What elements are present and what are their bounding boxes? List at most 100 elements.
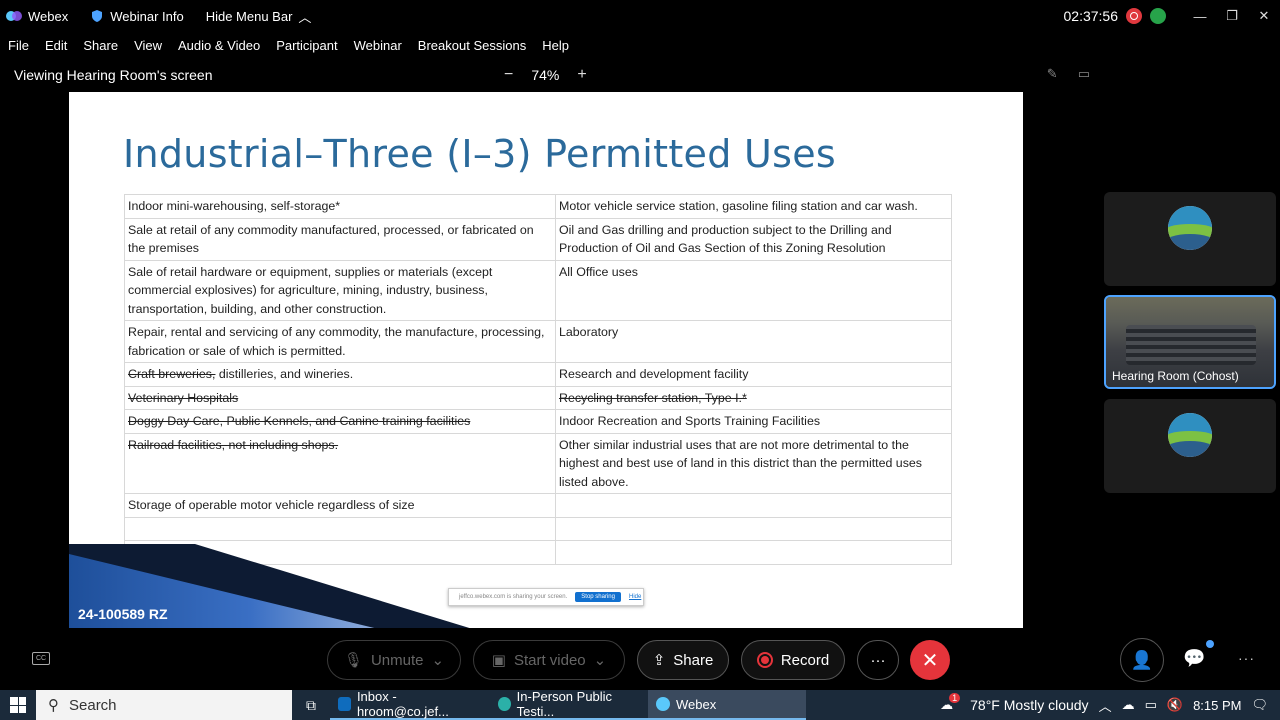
search-label: Search: [69, 696, 117, 714]
table-cell: Veterinary Hospitals: [124, 385, 556, 410]
zoom-out-button[interactable]: −: [504, 66, 513, 84]
annotate-icon[interactable]: ✎: [1047, 66, 1058, 82]
unmute-button[interactable]: 🎙 Unmute ⌄: [327, 640, 461, 680]
sharing-notice-text: jeffco.webex.com is sharing your screen.: [459, 594, 568, 600]
jeffco-logo-avatar: [1168, 206, 1212, 250]
table-row: Storage of operable motor vehicle regard…: [124, 493, 952, 518]
webinar-info-button[interactable]: Webinar Info: [90, 8, 184, 24]
task-label: In-Person Public Testi...: [516, 689, 613, 719]
webex-app-menu[interactable]: Webex: [6, 8, 68, 24]
menu-audio-video[interactable]: Audio & Video: [178, 38, 260, 53]
record-button[interactable]: Record: [741, 640, 845, 680]
end-meeting-button[interactable]: ✕: [910, 640, 950, 680]
start-button[interactable]: [0, 690, 36, 720]
task-label: Inbox - hroom@co.jef...: [356, 689, 449, 719]
view-options-icon[interactable]: ▭: [1078, 66, 1090, 82]
network-icon[interactable]: ▭: [1145, 697, 1157, 713]
webex-icon: [656, 697, 670, 711]
table-cell: Repair, rental and servicing of any comm…: [124, 320, 556, 363]
chat-icon[interactable]: 💬: [1183, 648, 1205, 669]
menu-help[interactable]: Help: [542, 38, 569, 53]
taskbar-search[interactable]: ⚲ Search: [36, 690, 292, 720]
participant-name: Hearing Room (Cohost): [1112, 369, 1239, 383]
chevron-down-icon[interactable]: ⌄: [432, 651, 445, 669]
table-cell: [555, 516, 952, 541]
participant-tile[interactable]: [1104, 399, 1276, 493]
participants-button[interactable]: 👤: [1120, 638, 1164, 682]
table-row: Sale of retail hardware or equipment, su…: [124, 259, 952, 321]
chevron-up-icon: ︿: [298, 9, 312, 25]
onedrive-icon[interactable]: ☁: [1122, 697, 1135, 713]
table-row: Sale at retail of any commodity manufact…: [124, 217, 952, 261]
menu-bar: File Edit Share View Audio & Video Parti…: [0, 32, 577, 58]
weather-text[interactable]: 78°F Mostly cloudy: [970, 697, 1088, 713]
unmute-label: Unmute: [370, 651, 424, 669]
table-cell: Oil and Gas drilling and production subj…: [555, 217, 952, 261]
view-bar: Viewing Hearing Room's screen − 74% + ✎ …: [0, 62, 1280, 88]
struck-text: Railroad facilities, not including shops…: [128, 437, 339, 452]
restore-icon[interactable]: ❐: [1216, 8, 1248, 24]
table-cell: Laboratory: [555, 320, 952, 363]
minimize-icon[interactable]: —: [1184, 9, 1216, 24]
more-options-button[interactable]: ···: [857, 640, 899, 680]
task-label: Webex: [676, 696, 717, 712]
sharing-notice-bar: jeffco.webex.com is sharing your screen.…: [448, 588, 644, 606]
start-video-button[interactable]: ▣ Start video ⌄: [473, 640, 625, 680]
chevron-down-icon[interactable]: ⌄: [594, 651, 607, 669]
table-row: Doggy Day Care, Public Kennels, and Cani…: [124, 409, 952, 434]
app-name: Webex: [28, 8, 69, 24]
close-window-icon[interactable]: ✕: [1248, 8, 1280, 24]
menu-share[interactable]: Share: [83, 38, 118, 53]
menu-view[interactable]: View: [134, 38, 162, 53]
video-off-icon: ▣: [491, 652, 506, 669]
edge-icon: [498, 697, 511, 711]
stop-sharing-button[interactable]: Stop sharing: [575, 592, 621, 602]
search-icon: ⚲: [48, 697, 59, 714]
table-row: Repair, rental and servicing of any comm…: [124, 320, 952, 363]
recording-indicator-icon[interactable]: [1126, 8, 1142, 24]
system-tray: ☁ 1 78°F Mostly cloudy ︿ ☁ ▭ 🔇 8:15 PM 🗨: [940, 690, 1280, 720]
menu-breakout-sessions[interactable]: Breakout Sessions: [418, 38, 526, 53]
hide-link[interactable]: Hide: [629, 594, 641, 600]
taskbar-outlook[interactable]: Inbox - hroom@co.jef...: [330, 689, 490, 720]
taskbar-edge[interactable]: In-Person Public Testi...: [490, 689, 648, 720]
menu-participant[interactable]: Participant: [276, 38, 337, 53]
windows-taskbar: ⚲ Search ⧉ Inbox - hroom@co.jef... In-Pe…: [0, 689, 1280, 720]
jeffco-logo-avatar: [1168, 413, 1212, 457]
closed-captions-icon[interactable]: CC: [32, 652, 50, 665]
webex-logo-icon: [6, 11, 22, 21]
participant-tile-hearing-room[interactable]: Hearing Room (Cohost): [1104, 295, 1276, 389]
clock-time[interactable]: 8:15 PM: [1193, 698, 1241, 713]
menu-edit[interactable]: Edit: [45, 38, 67, 53]
viewing-label: Viewing Hearing Room's screen: [14, 67, 213, 83]
table-cell: Other similar industrial uses that are n…: [555, 432, 952, 494]
menu-webinar[interactable]: Webinar: [354, 38, 402, 53]
task-view-icon[interactable]: ⧉: [292, 697, 330, 714]
weather-badge: 1: [949, 693, 961, 703]
zoom-in-button[interactable]: +: [577, 66, 586, 84]
menu-file[interactable]: File: [8, 38, 29, 53]
participant-tile[interactable]: [1104, 192, 1276, 286]
shield-icon: [92, 10, 103, 22]
table-cell: Sale at retail of any commodity manufact…: [124, 217, 556, 261]
share-button[interactable]: ⇪ Share: [637, 640, 729, 680]
taskbar-webex[interactable]: Webex: [648, 690, 806, 720]
struck-text: Recycling transfer station, Type I.*: [559, 390, 747, 405]
network-status-icon[interactable]: [1150, 8, 1166, 24]
notifications-icon[interactable]: 🗨: [1251, 697, 1268, 713]
chevron-up-icon[interactable]: ︿: [1099, 696, 1112, 715]
volume-muted-icon[interactable]: 🔇: [1167, 697, 1183, 713]
more-panels-icon[interactable]: ···: [1238, 650, 1255, 666]
struck-text: Craft breweries,: [128, 367, 216, 381]
mic-muted-icon: 🎙: [343, 652, 363, 669]
table-cell: Motor vehicle service station, gasoline …: [555, 194, 952, 219]
participants-icon: 👤: [1130, 649, 1154, 670]
title-bar: Webex Webinar Info Hide Menu Bar ︿ 02:37…: [0, 0, 1280, 32]
hide-menu-bar-button[interactable]: Hide Menu Bar ︿: [206, 7, 312, 26]
windows-logo-icon: [10, 697, 26, 713]
table-cell: Research and development facility: [555, 362, 952, 387]
table-row: Craft breweries, distilleries, and winer…: [124, 362, 952, 387]
webinar-info-label: Webinar Info: [110, 8, 184, 24]
zoom-controls: − 74% +: [504, 62, 587, 88]
record-icon: [756, 652, 773, 668]
